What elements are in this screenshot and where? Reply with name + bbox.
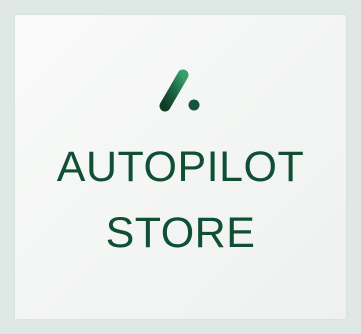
brand-name-line-2: STORE	[105, 209, 256, 257]
autopilot-logo-icon	[158, 67, 202, 113]
brand-card: AUTOPILOT STORE	[15, 15, 346, 319]
brand-name-line-1: AUTOPILOT	[56, 143, 305, 191]
